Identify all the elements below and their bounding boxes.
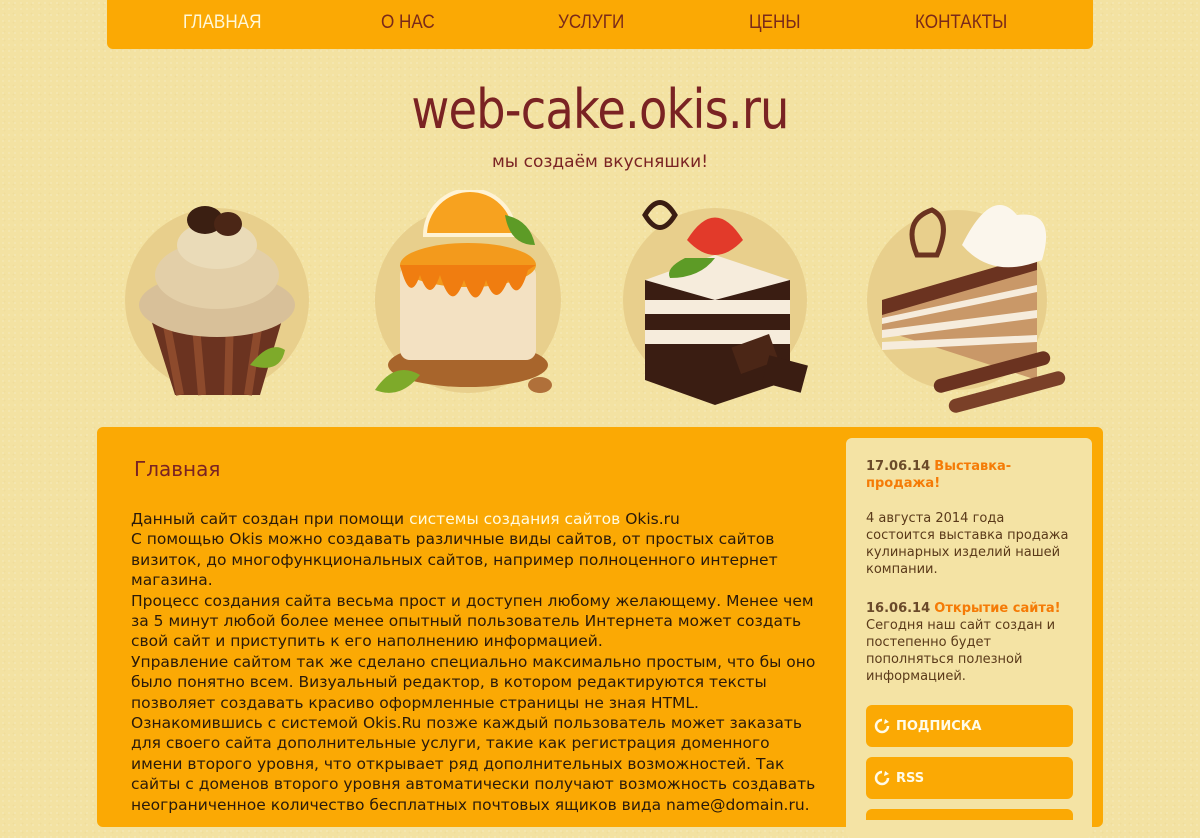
article-paragraph: С помощью Okis можно создавать различные… xyxy=(131,530,778,590)
rss-button-label: RSS xyxy=(896,770,925,786)
nav-item-home[interactable]: ГЛАВНАЯ xyxy=(183,12,261,34)
article-intro-suffix: Okis.ru xyxy=(620,510,680,528)
article-paragraph: Ознакомившись с системой Okis.Ru позже к… xyxy=(131,714,816,814)
site-tagline: мы создаём вкусняшки! xyxy=(491,152,709,172)
main-article: Данный сайт создан при помощи системы со… xyxy=(131,509,821,815)
top-nav: ГЛАВНАЯ О НАС УСЛУГИ ЦЕНЫ КОНТАКТЫ xyxy=(107,0,1093,49)
nav-item-contacts[interactable]: КОНТАКТЫ xyxy=(915,12,1007,34)
subscribe-button[interactable]: ПОДПИСКА xyxy=(866,705,1073,747)
article-paragraph: Управление сайтом так же сделано специал… xyxy=(131,652,816,712)
site-title[interactable]: web-cake.okis.ru xyxy=(84,78,1116,141)
cms-link[interactable]: системы создания сайтов xyxy=(409,510,620,528)
nav-item-about[interactable]: О НАС xyxy=(381,12,435,34)
news-text: 4 августа 2014 года состоится выставка п… xyxy=(866,511,1069,577)
nav-item-services[interactable]: УСЛУГИ xyxy=(558,12,624,34)
nav-item-prices[interactable]: ЦЕНЫ xyxy=(749,12,801,34)
refresh-icon xyxy=(874,770,890,786)
news-item: 17.06.14 Выставка-продажа! 4 августа 201… xyxy=(866,458,1071,578)
rss-button[interactable]: RSS xyxy=(866,757,1073,799)
news-text: Сегодня наш сайт создан и постепенно буд… xyxy=(866,618,1056,684)
article-intro-text: Данный сайт создан при помощи xyxy=(131,510,410,528)
page-title: Главная xyxy=(134,457,221,481)
news-title-link[interactable]: Открытие сайта! xyxy=(934,601,1060,616)
cupcake-illustration xyxy=(125,206,309,396)
refresh-icon xyxy=(874,718,890,734)
sidebar-button-partial[interactable] xyxy=(866,809,1073,820)
article-paragraph: Процесс создания сайта весьма прост и до… xyxy=(131,591,814,651)
subscribe-button-label: ПОДПИСКА xyxy=(896,718,982,734)
news-date: 17.06.14 xyxy=(866,459,931,474)
layer-cake-illustration xyxy=(867,205,1066,413)
news-date: 16.06.14 xyxy=(866,601,931,616)
orange-cake-illustration xyxy=(375,190,561,393)
news-item: 16.06.14 Открытие сайта! Сегодня наш сай… xyxy=(866,600,1071,685)
strawberry-cake-illustration xyxy=(623,200,808,405)
